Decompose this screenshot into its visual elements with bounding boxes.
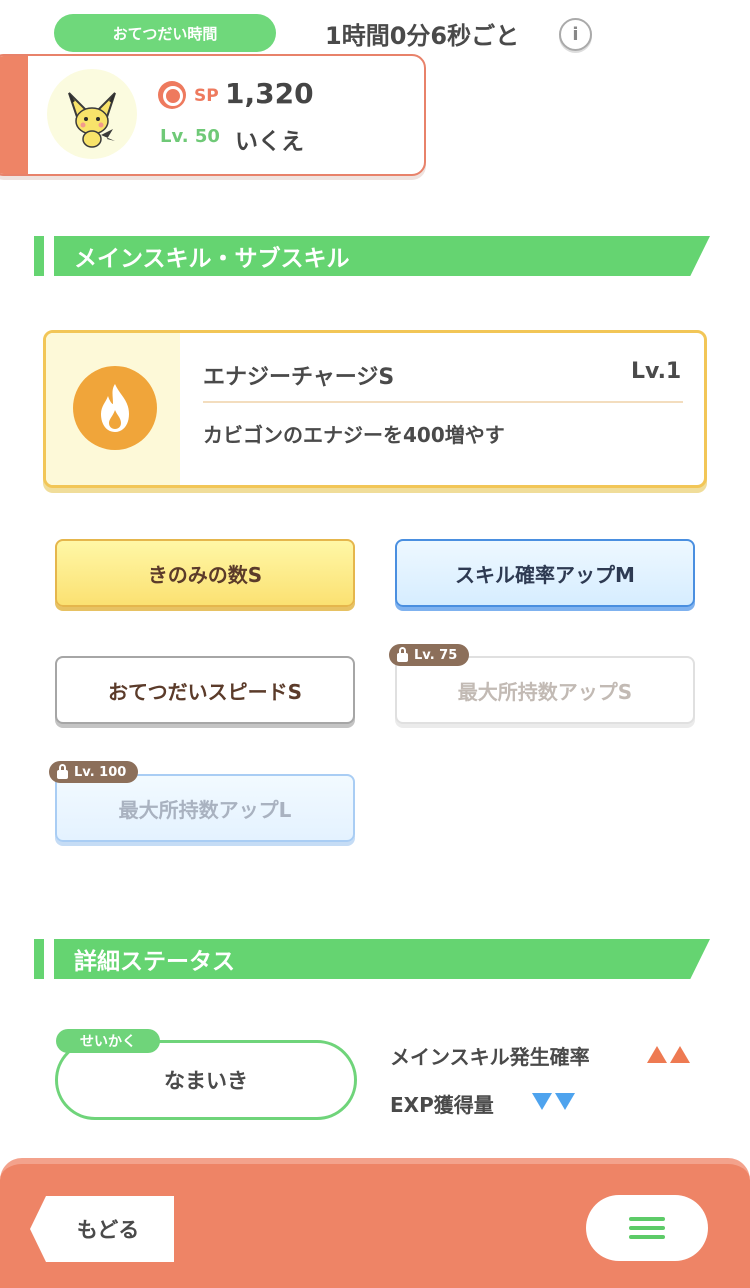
sp-label: SP (194, 86, 219, 106)
lock-level-label: Lv. 100 (74, 764, 127, 780)
flame-icon (73, 366, 157, 450)
section-accent-bar (34, 939, 44, 979)
section-accent-bar (34, 236, 44, 276)
main-skill-level: Lv.1 (631, 359, 682, 384)
info-icon[interactable]: i (559, 18, 592, 51)
level-label: Lv. 50 (160, 126, 220, 147)
decrease-arrows-icon (532, 1093, 578, 1114)
lock-level-label: Lv. 75 (414, 647, 458, 663)
main-skill-card[interactable]: エナジーチャージS Lv.1 カビゴンのエナジーを400増やす (43, 330, 707, 488)
hamburger-menu-icon[interactable] (586, 1195, 708, 1261)
increase-arrows-icon (647, 1046, 693, 1067)
nature-tag: せいかく (56, 1029, 160, 1053)
back-button[interactable]: もどる (30, 1196, 174, 1262)
pokemon-name: いくえ (235, 129, 304, 155)
help-interval-value: 1時間0分6秒ごと (325, 22, 520, 50)
main-skill-description: カビゴンのエナジーを400増やす (203, 423, 505, 447)
nature-effect-down-label: EXP獲得量 (390, 1093, 494, 1117)
sub-skill-button-locked[interactable]: 最大所持数アップL (55, 774, 355, 842)
sub-skill-button[interactable]: おてつだいスピードS (55, 656, 355, 724)
sp-value: 1,320 (225, 77, 314, 110)
nature-effect-up-label: メインスキル発生確率 (390, 1045, 590, 1069)
sub-skill-button[interactable]: スキル確率アップM (395, 539, 695, 607)
lock-badge: Lv. 75 (389, 644, 470, 666)
lock-badge: Lv. 100 (49, 761, 139, 783)
help-time-label: おてつだい時間 (54, 14, 276, 52)
section-title-status: 詳細ステータス (54, 939, 710, 979)
pichu-icon (47, 69, 137, 159)
divider (203, 401, 683, 403)
lock-icon (57, 763, 68, 779)
lock-icon (397, 646, 408, 662)
sub-skill-button-locked[interactable]: 最大所持数アップS (395, 656, 695, 724)
section-title-skills: メインスキル・サブスキル (54, 236, 710, 276)
card-accent-strip (0, 56, 28, 174)
main-skill-name: エナジーチャージS (203, 365, 395, 390)
sp-icon (158, 81, 186, 109)
sub-skill-button[interactable]: きのみの数S (55, 539, 355, 607)
